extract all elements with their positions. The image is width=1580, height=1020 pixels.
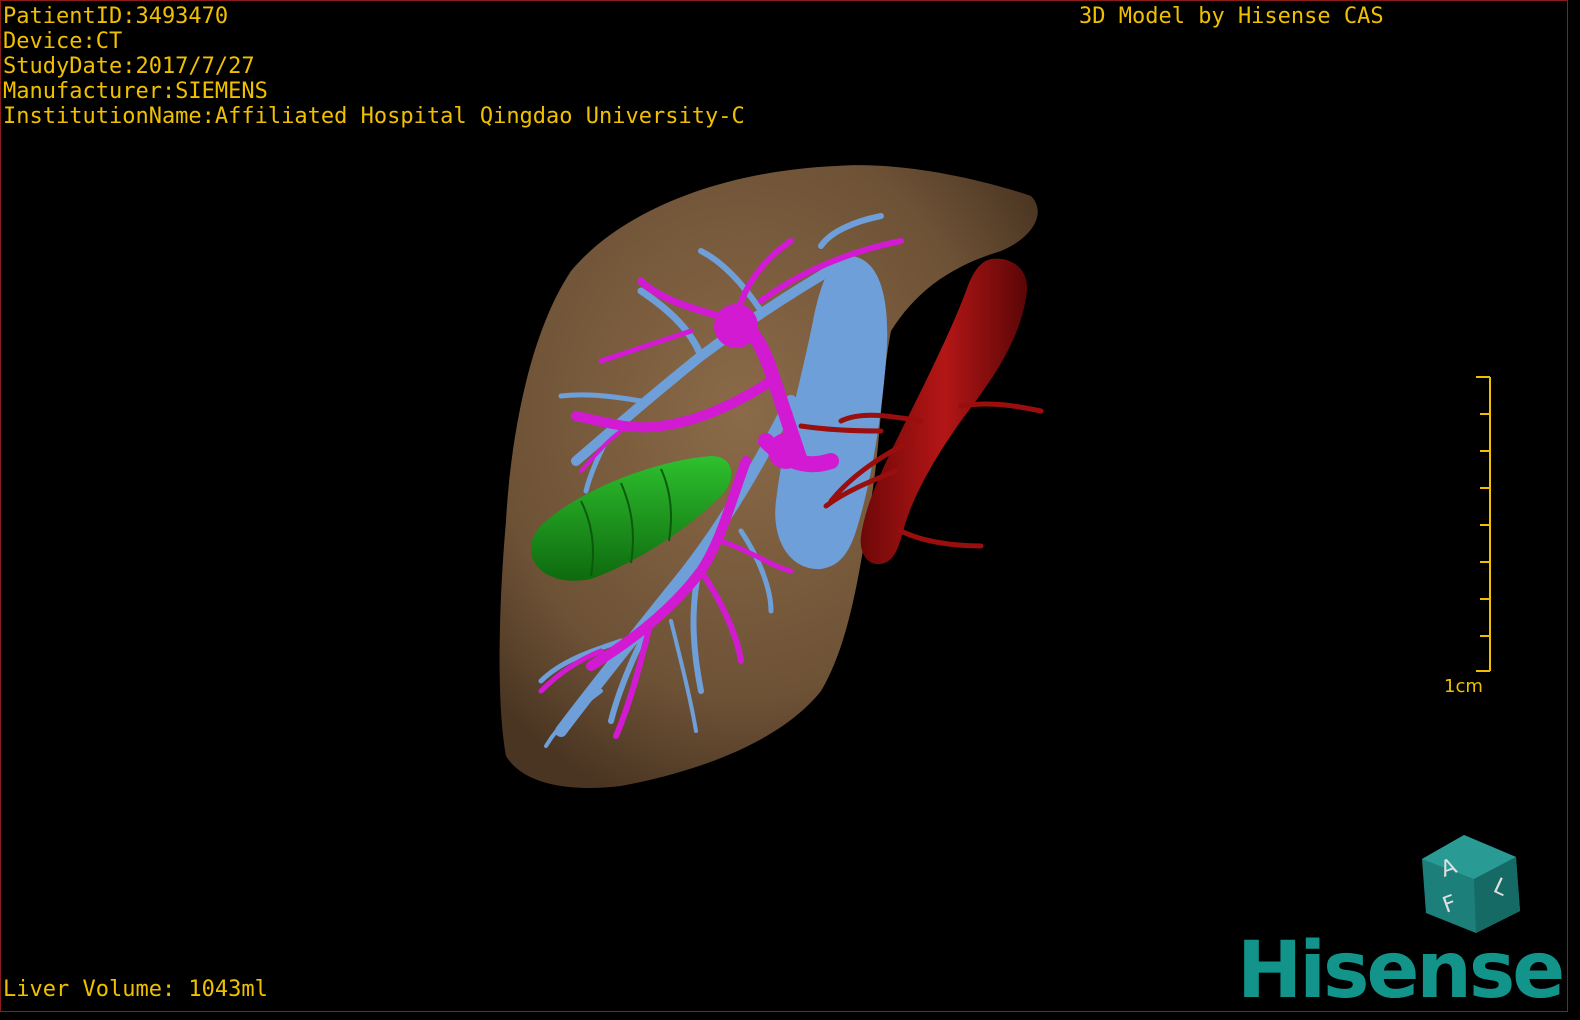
study-date-label: StudyDate:2017/7/27	[3, 54, 255, 79]
orientation-cube[interactable]: A F L	[1416, 829, 1526, 939]
3d-viewport[interactable]: PatientID:3493470 Device:CT StudyDate:20…	[0, 0, 1568, 1012]
patient-id-label: PatientID:3493470	[3, 4, 229, 29]
scale-bar	[1476, 376, 1491, 672]
manufacturer-label: Manufacturer:SIEMENS	[3, 79, 268, 104]
device-label: Device:CT	[3, 29, 123, 54]
scale-label: 1cm	[1444, 676, 1483, 697]
hisense-logo: Hisense	[1237, 926, 1565, 1012]
liver-volume-label: Liver Volume: 1043ml	[3, 977, 268, 1002]
model-credit-label: 3D Model by Hisense CAS	[1079, 4, 1384, 29]
institution-label: InstitutionName:Affiliated Hospital Qing…	[3, 104, 745, 129]
liver-3d-model[interactable]	[1, 1, 1567, 1011]
